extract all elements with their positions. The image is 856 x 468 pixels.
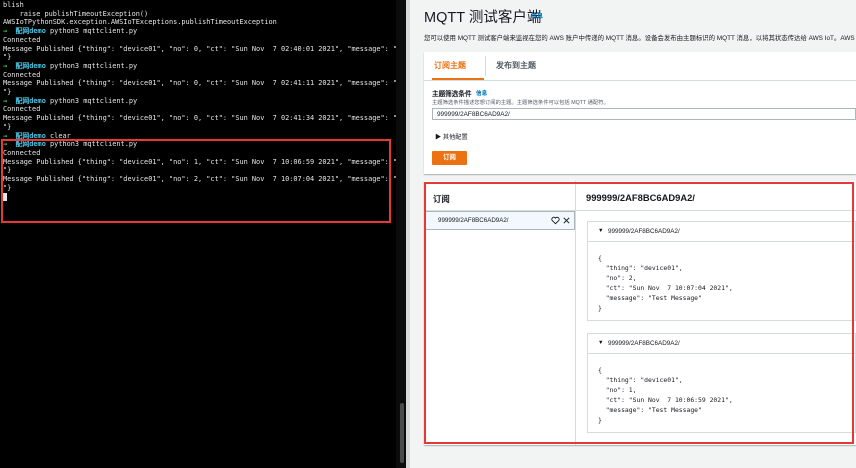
tab-publish-topic[interactable]: 发布到主题	[496, 60, 536, 71]
terminal-output-line: "}	[3, 53, 12, 62]
prompt-directory: 配网demo	[15, 27, 46, 36]
terminal-output-line: "}	[3, 122, 12, 131]
terminal-output-line: Connected	[3, 70, 41, 79]
terminal-prompt-line: → 配网demo python3 mqttclient.py	[3, 27, 137, 35]
terminal-prompt-line: → 配网demo python3 mqttclient.py	[3, 97, 137, 105]
subscribe-button[interactable]: 订阅	[432, 151, 467, 165]
tab-subscribe-topic[interactable]: 订阅主题	[434, 60, 466, 71]
topic-filter-description: 主题筛选条件描述您想订阅的主题。主题筛选条件可以包括 MQTT 通配符。	[432, 100, 609, 106]
prompt-arrow: →	[3, 96, 8, 105]
topic-filter-label: 主题筛选条件	[432, 91, 472, 98]
terminal-scrollbar-thumb[interactable]	[400, 403, 404, 463]
prompt-arrow: →	[3, 61, 8, 70]
title-info-link[interactable]: 信息	[531, 11, 543, 20]
terminal-output-line: raise publishTimeoutException()	[3, 9, 149, 18]
terminal-output-line: Connected	[3, 105, 41, 114]
terminal-output-line: "}	[3, 88, 12, 96]
page-description: 您可以使用 MQTT 测试客户端来监视在您的 AWS 账户中传递的 MQTT 消…	[424, 35, 856, 42]
topic-filter-info-link[interactable]: 信息	[476, 89, 487, 97]
page-title: MQTT 测试客户端	[424, 10, 542, 26]
prompt-directory: 配网demo	[15, 61, 46, 70]
terminal-highlight-box	[1, 139, 391, 223]
additional-config-toggle[interactable]: ▶ 其他配置	[435, 132, 468, 141]
terminal-output-line: Message Published {"thing": "device01", …	[3, 79, 406, 88]
terminal-window[interactable]: blish raise publishTimeoutException() AWS…	[0, 0, 406, 468]
prompt-directory: 配网demo	[15, 96, 46, 105]
terminal-output-line: AWSIoTPythonSDK.exception.AWSIoTExceptio…	[3, 18, 277, 27]
terminal-output-line: Message Published {"thing": "device01", …	[3, 44, 406, 53]
prompt-arrow: →	[3, 27, 8, 36]
tabs-divider	[424, 80, 856, 81]
prompt-command: python3 mqttclient.py	[50, 61, 138, 70]
tab-divider	[485, 56, 486, 76]
terminal-output-line: Message Published {"thing": "device01", …	[3, 114, 406, 123]
topic-filter-input[interactable]: 999999/2AF8BC6AD9A2/	[432, 108, 856, 120]
prompt-command: python3 mqttclient.py	[50, 96, 138, 105]
terminal-output-line: Connected	[3, 35, 41, 44]
terminal-scrollbar-track[interactable]	[396, 0, 406, 468]
prompt-command: python3 mqttclient.py	[50, 27, 138, 36]
terminal-output-line: blish	[3, 1, 24, 9]
terminal-prompt-line: → 配网demo python3 mqttclient.py	[3, 62, 137, 70]
messages-highlight-box	[424, 182, 854, 444]
subscribe-publish-panel: 订阅主题 发布到主题 主题筛选条件 信息 主题筛选条件描述您想订阅的主题。主题筛…	[424, 52, 856, 174]
